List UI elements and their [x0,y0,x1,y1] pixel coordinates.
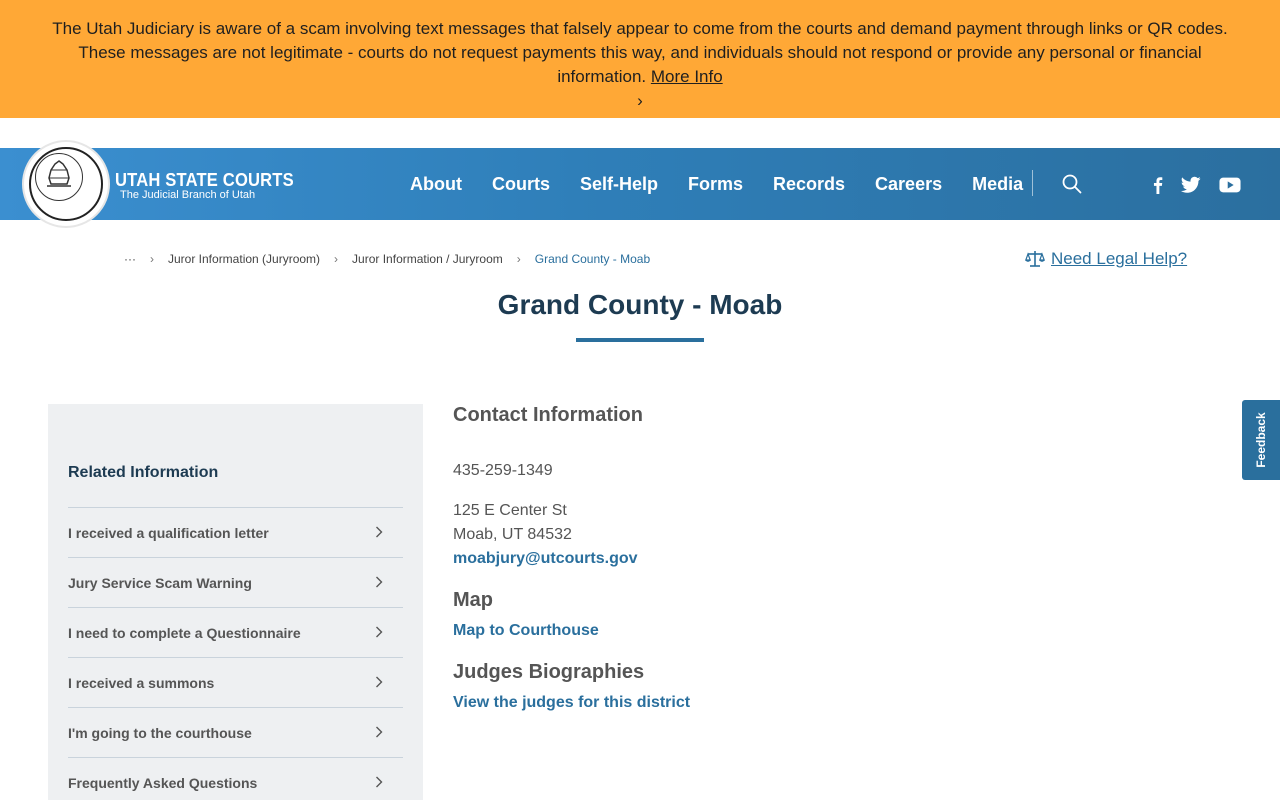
sidebar-item-label: Frequently Asked Questions [68,774,258,791]
chevron-right-icon [376,726,383,738]
youtube-icon[interactable] [1219,176,1241,194]
nav-about[interactable]: About [410,174,462,195]
breadcrumb-ellipsis[interactable]: ··· [124,252,136,266]
related-information-sidebar: Related Information I received a qualifi… [48,404,423,800]
need-legal-help-label: Need Legal Help? [1051,249,1188,268]
chevron-right-icon [376,676,383,688]
twitter-icon[interactable] [1181,176,1201,194]
chevron-right-icon: › [516,252,521,266]
feedback-tab[interactable]: Feedback [1242,400,1280,480]
chevron-right-icon[interactable]: › [36,89,1244,113]
chevron-right-icon [376,526,383,538]
sidebar-item-label: I received a qualification letter [68,524,269,541]
brand-title[interactable]: UTAH STATE COURTS [115,170,294,191]
sidebar-item-questionnaire[interactable]: I need to complete a Questionnaire [68,607,403,657]
nav-media[interactable]: Media [972,174,1023,195]
sidebar-item-label: I need to complete a Questionnaire [68,624,301,641]
breadcrumb-current: Grand County - Moab [534,252,651,266]
sidebar-item-label: Jury Service Scam Warning [68,574,252,591]
chevron-right-icon [376,626,383,638]
sidebar-item-qualification-letter[interactable]: I received a qualification letter [68,507,403,557]
map-to-courthouse-link[interactable]: Map to Courthouse [453,622,599,640]
site-header: UTAH STATE COURTS The Judicial Branch of… [0,140,1280,228]
brand-subtitle: The Judicial Branch of Utah [120,189,256,201]
search-icon[interactable] [1062,174,1082,194]
nav-divider [1032,170,1033,196]
alert-message: The Utah Judiciary is aware of a scam in… [36,17,1244,89]
main-nav: About Courts Self-Help Forms Records Car… [410,174,1053,195]
chevron-right-icon [376,576,383,588]
sidebar-item-label: I received a summons [68,674,215,691]
facebook-icon[interactable] [1148,176,1168,194]
feedback-label: Feedback [1254,412,1268,468]
title-underline [576,338,704,342]
sidebar-item-summons[interactable]: I received a summons [68,657,403,707]
nav-self-help[interactable]: Self-Help [580,174,658,195]
beehive-icon [47,160,71,187]
judges-biographies-heading: Judges Biographies [453,661,645,683]
more-info-link[interactable]: More Info [651,67,723,86]
map-heading: Map [453,589,493,611]
sidebar-heading: Related Information [68,464,219,481]
breadcrumb-juror-information[interactable]: Juror Information / Juryroom [352,252,503,266]
chevron-right-icon: › [150,252,154,266]
breadcrumb-juror-information-juryroom[interactable]: Juror Information (Juryroom) [168,252,320,266]
breadcrumb: ··· › Juror Information (Juryroom) › Jur… [124,252,650,266]
nav-careers[interactable]: Careers [875,174,942,195]
scales-icon [1025,251,1045,267]
address-line-1: 125 E Center St [453,502,567,519]
page-title: Grand County - Moab [497,289,783,320]
address-line-2: Moab, UT 84532 [453,526,572,543]
sidebar-list: I received a qualification letter Jury S… [68,507,403,800]
sidebar-item-scam-warning[interactable]: Jury Service Scam Warning [68,557,403,607]
phone-number[interactable]: 435-259-1349 [453,462,553,480]
email-link[interactable]: moabjury@utcourts.gov [453,550,638,568]
scam-alert-banner: The Utah Judiciary is aware of a scam in… [0,0,1280,118]
chevron-right-icon: › [334,252,339,266]
alert-text: The Utah Judiciary is aware of a scam in… [52,19,1228,86]
utah-seal-logo[interactable] [22,140,110,228]
view-judges-link[interactable]: View the judges for this district [453,694,690,712]
nav-courts[interactable]: Courts [492,174,550,195]
chevron-right-icon [376,776,383,788]
contact-information-heading: Contact Information [453,404,643,426]
need-legal-help-link[interactable]: Need Legal Help? [1025,249,1187,269]
sidebar-item-courthouse[interactable]: I'm going to the courthouse [68,707,403,757]
nav-forms[interactable]: Forms [688,174,743,195]
nav-records[interactable]: Records [773,174,845,195]
sidebar-item-faq[interactable]: Frequently Asked Questions [68,757,403,800]
sidebar-item-label: I'm going to the courthouse [68,724,252,741]
